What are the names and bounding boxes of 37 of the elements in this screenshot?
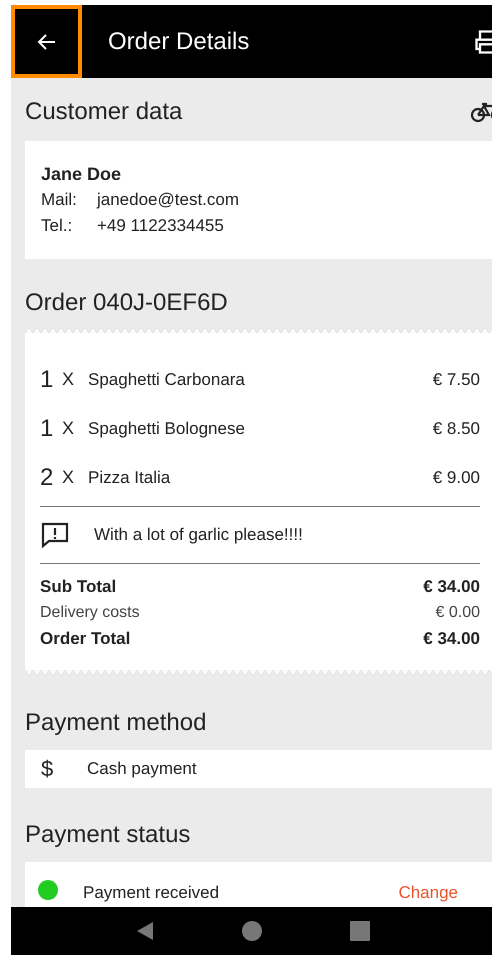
item-quantity: 1 <box>40 364 54 394</box>
dollar-sign: $ <box>41 755 54 784</box>
total-value: € 34.00 <box>423 576 480 598</box>
tel-value: +49 1122334455 <box>97 215 224 237</box>
screen-title: Order Details <box>108 26 250 56</box>
total-value: € 0.00 <box>436 603 480 623</box>
item-name: Pizza Italia <box>88 466 172 489</box>
total-label: Delivery costs <box>40 603 140 623</box>
item-price: € 7.50 <box>432 368 480 391</box>
item-quantity: 2 <box>40 462 54 492</box>
mail-value: janedoe@test.com <box>97 189 240 211</box>
times-sign: X <box>62 466 76 489</box>
total-label: Sub Total <box>40 576 116 598</box>
times-sign: X <box>62 417 76 440</box>
back-triangle-icon[interactable] <box>136 921 154 941</box>
payment-status-label: Payment received <box>83 882 220 904</box>
total-value: € 34.00 <box>423 628 480 650</box>
total-label: Order Total <box>40 628 130 650</box>
back-button[interactable] <box>11 5 82 78</box>
section-heading: Payment method <box>25 708 208 737</box>
home-circle-icon[interactable] <box>242 921 262 941</box>
customer-name: Jane Doe <box>41 163 122 186</box>
times-sign: X <box>62 368 76 391</box>
item-price: € 8.50 <box>432 418 480 440</box>
section-heading: Customer data <box>25 97 182 127</box>
change-link[interactable]: Change <box>398 880 458 906</box>
payment-method-label: Cash payment <box>87 758 197 780</box>
section-heading: Order 040J-0EF6D <box>25 288 229 317</box>
tel-label: Tel.: <box>41 215 74 237</box>
item-price: € 9.00 <box>432 466 480 489</box>
item-name: Spaghetti Bolognese <box>88 418 246 440</box>
mail-label: Mail: <box>41 189 78 211</box>
comment-alert-icon <box>40 521 70 549</box>
item-name: Spaghetti Carbonara <box>88 368 246 391</box>
order-note: With a lot of garlic please!!!! <box>94 524 303 546</box>
item-quantity: 1 <box>40 414 54 444</box>
section-heading: Payment status <box>25 820 192 849</box>
